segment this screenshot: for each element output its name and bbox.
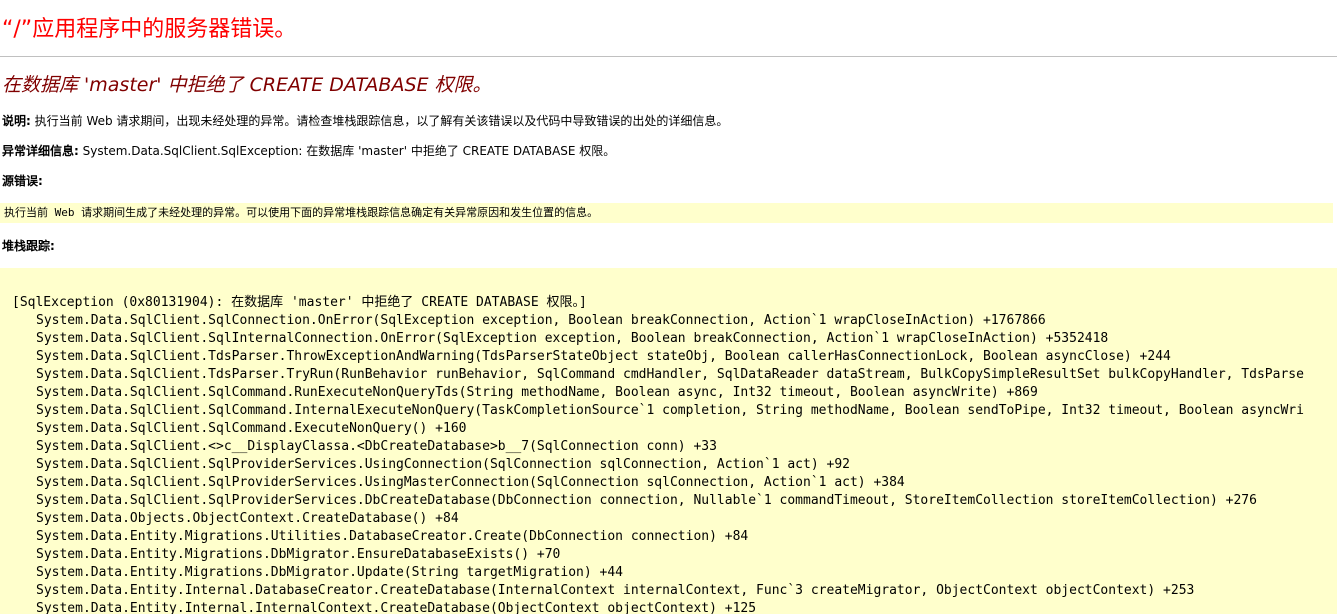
stack-frame: System.Data.SqlClient.SqlInternalConnect… xyxy=(36,331,1109,346)
stack-trace-text[interactable]: [SqlException (0x80131904): 在数据库 'master… xyxy=(12,294,1304,614)
stack-frame: System.Data.SqlClient.SqlProviderService… xyxy=(36,457,850,472)
source-error-text[interactable]: 执行当前 Web 请求期间生成了未经处理的异常。可以使用下面的异常堆栈跟踪信息确… xyxy=(4,205,598,221)
stack-frame: System.Data.Entity.Migrations.DbMigrator… xyxy=(36,547,561,562)
page-header: “/”应用程序中的服务器错误。 xyxy=(0,14,1337,56)
stack-frame: System.Data.Objects.ObjectContext.Create… xyxy=(36,511,459,526)
stack-trace-box: [SqlException (0x80131904): 在数据库 'master… xyxy=(0,268,1337,614)
source-error-label: 源错误: xyxy=(2,174,43,188)
stack-frame: System.Data.Entity.Migrations.DbMigrator… xyxy=(36,565,623,580)
stack-frame: System.Data.SqlClient.SqlCommand.Execute… xyxy=(36,421,467,436)
stack-frame: System.Data.SqlClient.TdsParser.ThrowExc… xyxy=(36,349,1171,364)
stack-trace-label: 堆栈跟踪: xyxy=(2,239,55,253)
exception-details-section: 异常详细信息: System.Data.SqlClient.SqlExcepti… xyxy=(2,143,615,159)
source-error-box: 执行当前 Web 请求期间生成了未经处理的异常。可以使用下面的异常堆栈跟踪信息确… xyxy=(0,203,1333,223)
source-error-section: 源错误: xyxy=(2,173,43,189)
exception-details-label: 异常详细信息: xyxy=(2,144,79,158)
stack-frame: System.Data.SqlClient.SqlConnection.OnEr… xyxy=(36,313,1046,328)
stack-frame: System.Data.SqlClient.SqlCommand.RunExec… xyxy=(36,385,1038,400)
stack-frame: System.Data.SqlClient.SqlProviderService… xyxy=(36,475,905,490)
stack-frame: System.Data.SqlClient.SqlCommand.Interna… xyxy=(36,403,1304,418)
stack-frame: System.Data.Entity.Migrations.Utilities.… xyxy=(36,529,749,544)
description-label: 说明: xyxy=(2,114,31,128)
stack-frame: System.Data.SqlClient.TdsParser.TryRun(R… xyxy=(36,367,1304,382)
description-text: 执行当前 Web 请求期间，出现未经处理的异常。请检查堆栈跟踪信息，以了解有关该… xyxy=(34,114,729,128)
stack-frame: System.Data.SqlClient.SqlProviderService… xyxy=(36,493,1257,508)
exception-details-text: System.Data.SqlClient.SqlException: 在数据库… xyxy=(82,144,616,158)
error-heading: 在数据库 'master' 中拒绝了 CREATE DATABASE 权限。 xyxy=(2,74,492,96)
header-divider xyxy=(0,56,1337,57)
page-title: “/”应用程序中的服务器错误。 xyxy=(2,17,297,42)
stack-trace-header: [SqlException (0x80131904): 在数据库 'master… xyxy=(12,295,587,310)
stack-frame: System.Data.Entity.Internal.DatabaseCrea… xyxy=(36,583,1195,598)
stack-frame: System.Data.Entity.Internal.InternalCont… xyxy=(36,601,757,614)
description-section: 说明: 执行当前 Web 请求期间，出现未经处理的异常。请检查堆栈跟踪信息，以了… xyxy=(2,113,728,129)
stack-frame: System.Data.SqlClient.<>c__DisplayClassa… xyxy=(36,439,717,454)
stack-trace-section: 堆栈跟踪: xyxy=(2,238,55,254)
